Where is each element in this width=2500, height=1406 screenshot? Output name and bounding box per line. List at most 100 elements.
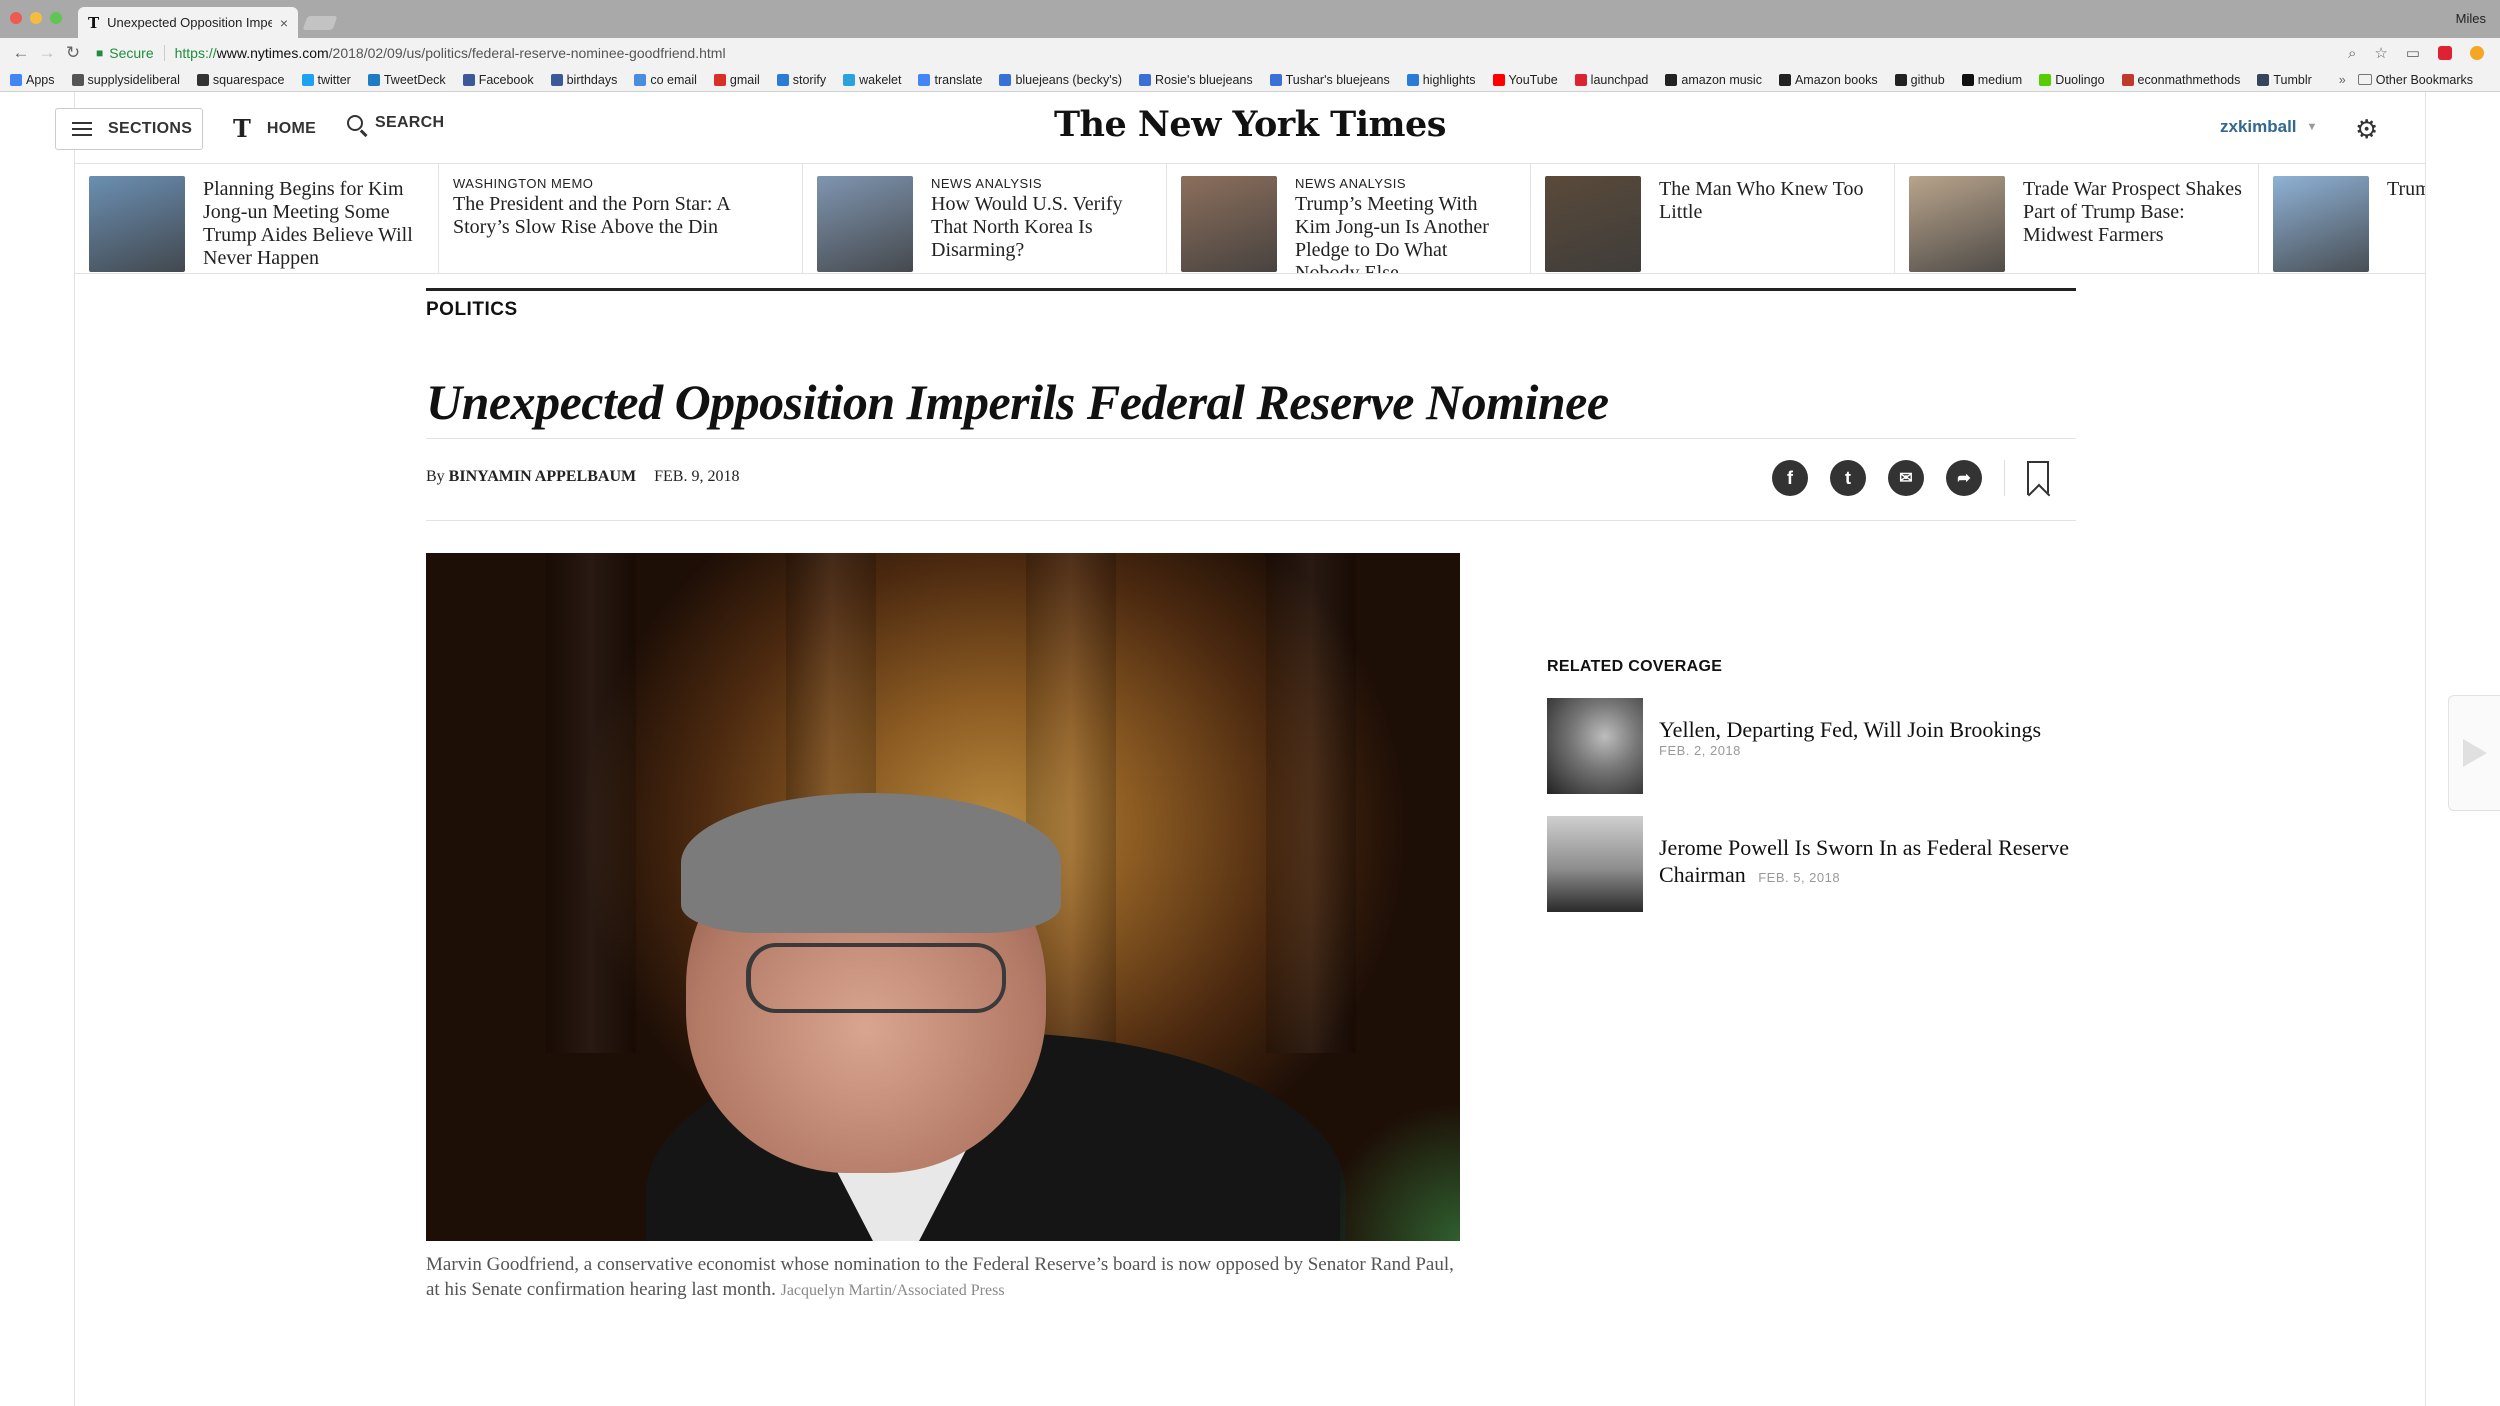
gear-icon[interactable]: ⚙ — [2355, 114, 2378, 145]
twitter-icon[interactable]: t — [1830, 460, 1866, 496]
close-window-icon[interactable] — [10, 12, 22, 24]
related-item[interactable]: Yellen, Departing Fed, Will Join Brookin… — [1547, 698, 2077, 794]
bookmark-item[interactable]: supplysideliberal — [71, 73, 180, 87]
publish-date: FEB. 9, 2018 — [654, 468, 740, 485]
ribbon-thumbnail[interactable] — [89, 176, 185, 272]
ribbon-thumbnail[interactable] — [1181, 176, 1277, 272]
bookmark-favicon-icon — [367, 73, 380, 86]
ribbon-headline[interactable]: Trade War Prospect Shakes Part of Trump … — [2023, 178, 2244, 247]
bookmark-item[interactable]: Amazon books — [1778, 73, 1878, 87]
ribbon-thumbnail[interactable] — [817, 176, 913, 272]
bookmark-item[interactable]: birthdays — [550, 72, 618, 87]
related-thumbnail[interactable] — [1547, 698, 1643, 794]
bookmark-item[interactable]: squarespace — [196, 73, 285, 87]
reload-icon[interactable]: ↻ — [60, 43, 86, 63]
related-headline[interactable]: Jerome Powell Is Sworn In as Federal Res… — [1659, 835, 2069, 887]
bookmark-item[interactable]: Tushar's bluejeans — [1269, 73, 1390, 87]
bookmark-item[interactable]: amazon music — [1665, 73, 1762, 87]
bookmark-label: birthdays — [566, 72, 618, 87]
bookmark-item[interactable]: bluejeans (becky's) — [999, 73, 1122, 87]
ribbon-thumbnail[interactable] — [1545, 176, 1641, 272]
address-bar[interactable]: ■ Secure https://www.nytimes.com/2018/02… — [96, 41, 2348, 65]
bookmark-item[interactable]: Rosie's bluejeans — [1139, 73, 1253, 87]
cast-icon[interactable]: ▭ — [2406, 44, 2420, 62]
email-icon[interactable]: ✉ — [1888, 460, 1924, 496]
other-bookmarks-folder[interactable]: Other Bookmarks — [2357, 73, 2473, 87]
back-icon[interactable]: ← — [8, 43, 34, 63]
ribbon-story[interactable]: NEWS ANALYSIS Trump’s Meeting With Kim Jo… — [1167, 164, 1531, 273]
divider — [426, 438, 2076, 439]
tab-close-icon[interactable]: × — [280, 15, 288, 31]
bookmark-favicon-icon — [999, 73, 1012, 86]
user-menu[interactable]: zxkimball ▼ — [2220, 117, 2317, 137]
ribbon-headline[interactable]: The President and the Porn Star: A Story… — [453, 193, 788, 239]
maximize-window-icon[interactable] — [50, 12, 62, 24]
ribbon-story[interactable]: Trum Plans Plan — [2259, 164, 2425, 273]
minimize-window-icon[interactable] — [30, 12, 42, 24]
bookmark-label: github — [1910, 72, 1945, 87]
bookmark-item[interactable]: launchpad — [1574, 72, 1649, 87]
forward-icon[interactable]: → — [34, 43, 60, 63]
star-bookmark-icon[interactable]: ☆ — [2374, 44, 2387, 62]
ribbon-story[interactable]: Trade War Prospect Shakes Part of Trump … — [1895, 164, 2259, 273]
ribbon-headline[interactable]: Trump’s Meeting With Kim Jong-un Is Anot… — [1295, 193, 1516, 273]
nyt-logo[interactable]: The New York Times — [75, 104, 2425, 145]
bookmark-item[interactable]: YouTube — [1492, 72, 1558, 87]
url-text[interactable]: https://www.nytimes.com/2018/02/09/us/po… — [175, 45, 726, 61]
browser-tab-active[interactable]: T Unexpected Opposition Imperi × — [78, 7, 298, 38]
related-headline[interactable]: Yellen, Departing Fed, Will Join Brookin… — [1659, 717, 2041, 742]
share-divider — [2004, 460, 2005, 496]
facebook-icon[interactable]: f — [1772, 460, 1808, 496]
ribbon-thumbnail[interactable] — [2273, 176, 2369, 272]
bookmark-item[interactable]: Apps — [10, 73, 55, 87]
ribbon-story[interactable]: The Man Who Knew Too Little — [1531, 164, 1895, 273]
story-ribbon: Planning Begins for Kim Jong-un Meeting … — [75, 164, 2425, 274]
bookmark-item[interactable]: co email — [634, 73, 697, 87]
bookmark-item[interactable]: medium — [1961, 73, 2022, 87]
bookmark-item[interactable]: github — [1894, 72, 1945, 87]
related-thumbnail[interactable] — [1547, 816, 1643, 912]
bookmark-item[interactable]: econmathmethods — [2121, 73, 2240, 87]
ribbon-headline[interactable]: How Would U.S. Verify That North Korea I… — [931, 193, 1152, 262]
related-item[interactable]: Jerome Powell Is Sworn In as Federal Res… — [1547, 816, 2077, 912]
lock-icon: ■ — [96, 46, 104, 60]
next-article-tab[interactable] — [2448, 695, 2500, 811]
share-icon[interactable]: ➦ — [1946, 460, 1982, 496]
bookmark-icon[interactable] — [2027, 461, 2049, 495]
author-name[interactable]: BINYAMIN APPELBAUM — [449, 468, 636, 485]
ribbon-headline[interactable]: Planning Begins for Kim Jong-un Meeting … — [203, 178, 424, 270]
bookmark-item[interactable]: translate — [918, 73, 982, 87]
bookmarks-overflow-button[interactable]: » — [2339, 73, 2346, 87]
zoom-icon[interactable]: ⌕ — [2348, 45, 2356, 62]
bookmark-item[interactable]: Tumblr — [2257, 73, 2312, 87]
divider — [426, 520, 2076, 521]
bookmark-label: Apps — [26, 72, 55, 87]
ribbon-story[interactable]: WASHINGTON MEMO The President and the Por… — [439, 164, 803, 273]
bookmark-label: wakelet — [859, 72, 902, 87]
url-host: www.nytimes.com — [216, 45, 329, 61]
extension-icon[interactable] — [2438, 46, 2452, 60]
bookmark-favicon-icon — [462, 73, 475, 86]
ribbon-thumbnail[interactable] — [1909, 176, 2005, 272]
bookmark-item[interactable]: storify — [776, 73, 826, 87]
bookmark-item[interactable]: twitter — [301, 73, 351, 87]
folder-icon — [2357, 74, 2372, 85]
bookmark-item[interactable]: TweetDeck — [367, 73, 446, 87]
bookmark-item[interactable]: wakelet — [843, 73, 901, 87]
section-label[interactable]: POLITICS — [426, 299, 518, 321]
photo-caption: Marvin Goodfriend, a conservative econom… — [426, 1252, 1460, 1303]
ribbon-story[interactable]: Planning Begins for Kim Jong-un Meeting … — [75, 164, 439, 273]
bookmark-label: YouTube — [1508, 72, 1558, 87]
extension-2-icon[interactable] — [2470, 46, 2484, 60]
bookmark-item[interactable]: Facebook — [462, 73, 534, 87]
bookmark-item[interactable]: gmail — [713, 73, 760, 87]
bookmark-item[interactable]: highlights — [1406, 73, 1476, 87]
ribbon-headline[interactable]: Trum Plans Plan — [2387, 178, 2425, 201]
bookmark-item[interactable]: Duolingo — [2039, 73, 2105, 87]
new-tab-button[interactable] — [302, 16, 338, 30]
browser-profile-name[interactable]: Miles — [2456, 11, 2486, 26]
bookmark-favicon-icon — [1492, 73, 1505, 86]
ribbon-headline[interactable]: The Man Who Knew Too Little — [1659, 178, 1880, 224]
ribbon-story[interactable]: NEWS ANALYSIS How Would U.S. Verify That … — [803, 164, 1167, 273]
bookmark-label: launchpad — [1590, 72, 1649, 87]
